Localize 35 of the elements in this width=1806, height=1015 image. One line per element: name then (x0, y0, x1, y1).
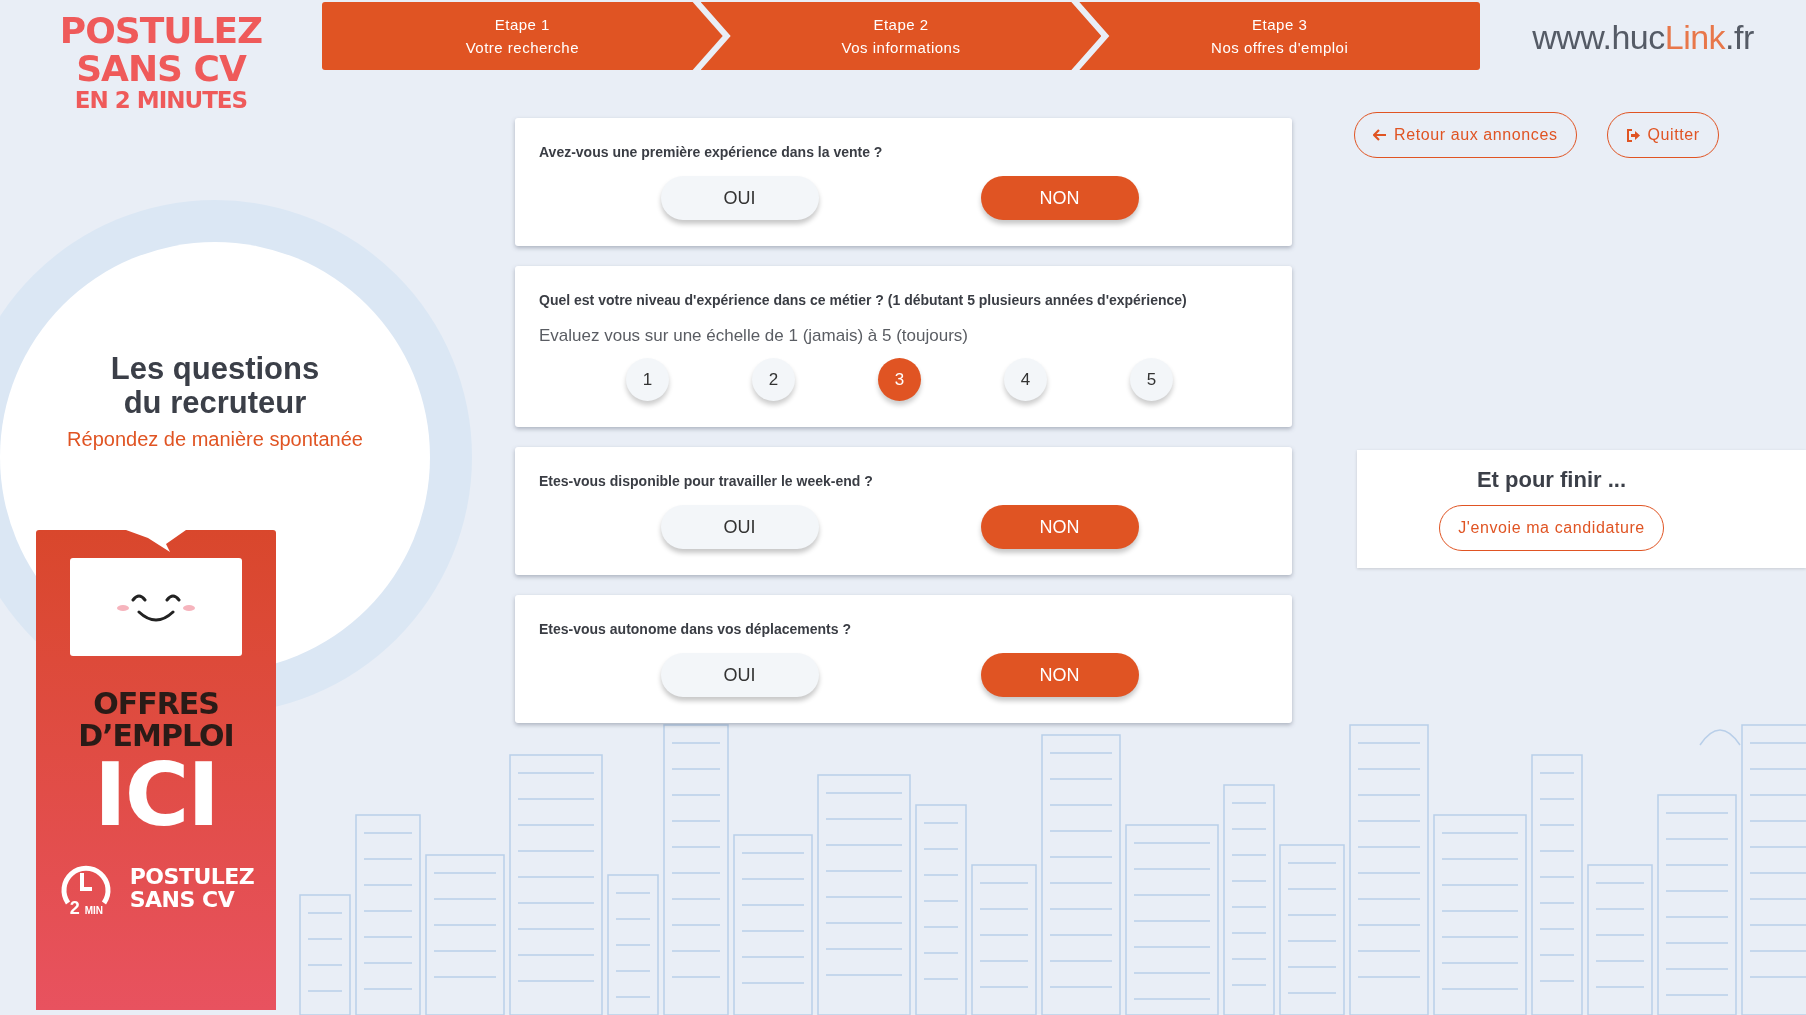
answer-button[interactable]: NON (980, 176, 1139, 220)
rating-button[interactable]: 4 (1004, 358, 1047, 401)
arrow-left-icon (1373, 129, 1387, 141)
banner-tagline: POSTULEZ SANS CV (129, 864, 255, 912)
question-text: Avez-vous une première expérience dans la vente ? (539, 144, 884, 160)
logo-text: EN 2 MINUTES (74, 87, 248, 112)
finish-title: Et pour finir ... (1476, 467, 1627, 493)
question-text: Etes-vous autonome dans vos déplacements ? (539, 621, 852, 637)
question-text: Quel est votre niveau d'expérience dans ce métier ? (1 débutant 5 plusieurs années d'expérience) (539, 292, 1188, 308)
job-offers-banner[interactable]: OFFRES D’EMPLOI ICI 2 MIN POSTULEZ SANS CV (36, 530, 276, 1010)
step-tab[interactable]: Etape 1 Votre recherche (322, 2, 723, 70)
section-subtitle: Répondez de manière spontanée (67, 428, 363, 452)
rating-button[interactable]: 3 (878, 358, 921, 401)
answer-button[interactable]: NON (980, 653, 1139, 697)
exit-icon (1625, 128, 1641, 142)
notch-icon (126, 530, 186, 552)
answer-button[interactable]: OUI (660, 653, 819, 697)
scale-hint: Evaluez vous sur une échelle de 1 (jamais) à 5 (toujours) (539, 326, 969, 346)
answer-button[interactable]: NON (980, 505, 1139, 549)
rating-button[interactable]: 2 (752, 358, 795, 401)
step-tab[interactable]: Etape 2 Vos informations (700, 2, 1102, 70)
answer-button[interactable]: OUI (660, 505, 819, 549)
rating-button[interactable]: 5 (1130, 358, 1173, 401)
banner-headline: OFFRES D’EMPLOI (78, 688, 234, 751)
banner-big-word: ICI (93, 751, 219, 839)
section-title: Les questions du recruteur (110, 352, 320, 421)
badge-number: 2 (69, 899, 80, 917)
brand-logo: www.hucLink.fr (1531, 16, 1755, 58)
logo-text: POSTULEZ (59, 12, 263, 50)
question-text: Etes-vous disponible pour travailler le week-end ? (539, 473, 874, 489)
rating-button[interactable]: 1 (626, 358, 669, 401)
step-tab[interactable]: Etape 3 Nos offres d'emploi (1079, 2, 1480, 70)
logo-text: SANS CV (76, 49, 246, 88)
badge-unit: MIN (84, 906, 104, 916)
answer-button[interactable]: OUI (660, 176, 819, 220)
